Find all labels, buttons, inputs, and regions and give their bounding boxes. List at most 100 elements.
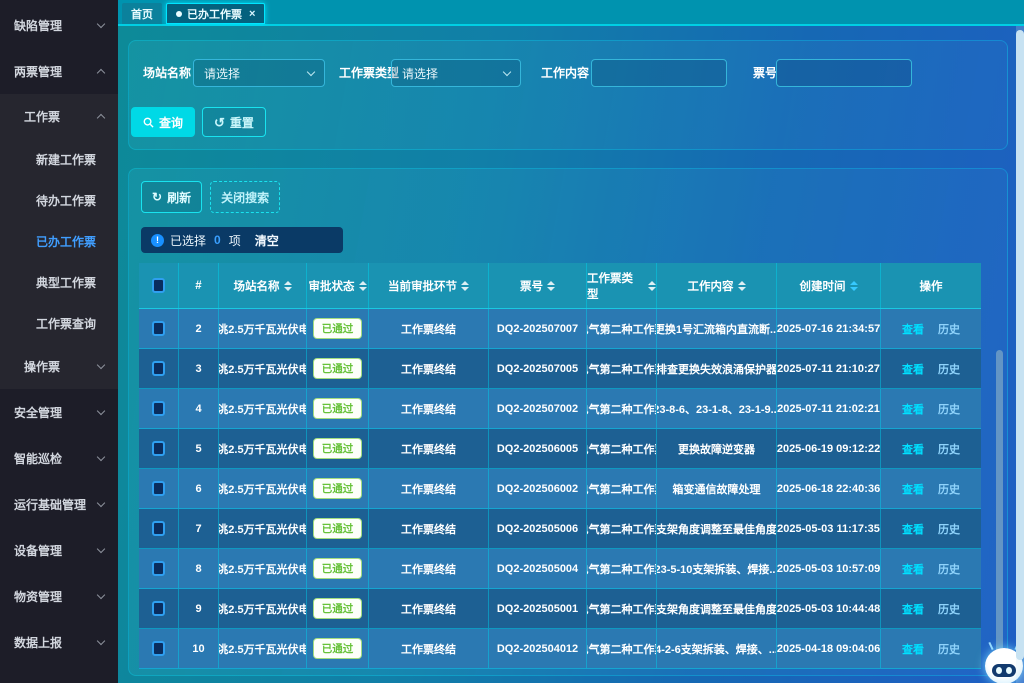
table-vertical-scrollbar-thumb[interactable] — [996, 350, 1003, 660]
view-link[interactable]: 查看 — [902, 321, 924, 337]
row-checkbox[interactable] — [152, 601, 165, 616]
history-link[interactable]: 历史 — [938, 321, 960, 337]
refresh-button-label: 刷新 — [167, 189, 191, 206]
row-checkbox-cell — [139, 509, 179, 548]
tab-label: 已办工作票 — [187, 6, 242, 22]
ticket-no-cell: DQ2-202505006 — [489, 509, 587, 548]
sidebar-item-已办工作票[interactable]: 已办工作票 — [0, 221, 118, 262]
view-link[interactable]: 查看 — [902, 601, 924, 617]
select-all-header-cell[interactable] — [139, 263, 179, 308]
column-header-工作内容[interactable]: 工作内容 — [657, 263, 777, 308]
approval-status-cell: 已通过 — [307, 429, 369, 468]
selection-bar: ! 已选择 0 项 清空 — [141, 227, 343, 253]
history-link[interactable]: 历史 — [938, 521, 960, 537]
tab-done-work-tickets[interactable]: 已办工作票 × — [166, 3, 265, 24]
ticket-type-select[interactable]: 请选择 — [391, 59, 521, 87]
view-link[interactable]: 查看 — [902, 521, 924, 537]
view-link[interactable]: 查看 — [902, 641, 924, 657]
actions-cell: 查看历史 — [881, 469, 981, 508]
app-window: 缺陷管理两票管理工作票新建工作票待办工作票已办工作票典型工作票工作票查询操作票安… — [0, 0, 1024, 683]
approval-status-cell: 已通过 — [307, 589, 369, 628]
sidebar-item-数据上报[interactable]: 数据上报 — [0, 619, 118, 665]
sidebar-item-缺陷管理[interactable]: 缺陷管理 — [0, 2, 118, 48]
column-header-审批状态[interactable]: 审批状态 — [307, 263, 369, 308]
sidebar-item-设备管理[interactable]: 设备管理 — [0, 527, 118, 573]
refresh-button[interactable]: ↻ 刷新 — [141, 181, 202, 213]
ticket-no-label: 票号 — [753, 59, 777, 87]
sort-icon — [648, 281, 656, 291]
history-link[interactable]: 历史 — [938, 481, 960, 497]
column-header-票号[interactable]: 票号 — [489, 263, 587, 308]
status-badge: 已通过 — [313, 398, 363, 419]
sidebar-item-物资管理[interactable]: 物资管理 — [0, 573, 118, 619]
sort-icon — [284, 281, 292, 291]
history-link[interactable]: 历史 — [938, 641, 960, 657]
station-name-cell: 临洮2.5万千瓦光伏电... — [219, 549, 307, 588]
row-checkbox[interactable] — [152, 641, 165, 656]
ticket-type-cell: 电气第二种工作票 — [587, 549, 657, 588]
work-content-input[interactable] — [602, 66, 716, 80]
sidebar-item-工作票[interactable]: 工作票 — [0, 94, 118, 139]
sidebar-item-操作票[interactable]: 操作票 — [0, 344, 118, 389]
row-checkbox[interactable] — [152, 441, 165, 456]
actions-cell: 查看历史 — [881, 509, 981, 548]
row-checkbox[interactable] — [152, 361, 165, 376]
ticket-no-input[interactable] — [787, 66, 901, 80]
close-tab-icon[interactable]: × — [249, 8, 255, 20]
query-button[interactable]: 查询 — [131, 107, 195, 137]
history-link[interactable]: 历史 — [938, 401, 960, 417]
selection-unit: 项 — [229, 232, 241, 249]
column-label: 工作票类型 — [587, 270, 644, 302]
row-checkbox[interactable] — [152, 401, 165, 416]
history-link[interactable]: 历史 — [938, 601, 960, 617]
select-all-checkbox[interactable] — [152, 278, 165, 293]
tab-home[interactable]: 首页 — [122, 3, 162, 24]
history-link[interactable]: 历史 — [938, 361, 960, 377]
row-checkbox-cell — [139, 589, 179, 628]
column-label: 创建时间 — [800, 278, 846, 294]
select-value: 请选择 — [204, 65, 240, 82]
reset-button-label: 重置 — [230, 114, 254, 131]
status-badge: 已通过 — [313, 318, 363, 339]
view-link[interactable]: 查看 — [902, 361, 924, 377]
page-scrollbar-thumb[interactable] — [1016, 30, 1024, 660]
view-link[interactable]: 查看 — [902, 401, 924, 417]
sidebar-item-安全管理[interactable]: 安全管理 — [0, 389, 118, 435]
sidebar-item-待办工作票[interactable]: 待办工作票 — [0, 180, 118, 221]
column-header-工作票类型[interactable]: 工作票类型 — [587, 263, 657, 308]
page-scrollbar[interactable] — [1016, 26, 1024, 683]
row-checkbox-cell — [139, 429, 179, 468]
view-link[interactable]: 查看 — [902, 561, 924, 577]
row-checkbox[interactable] — [152, 521, 165, 536]
column-header-当前审批环节[interactable]: 当前审批环节 — [369, 263, 489, 308]
row-checkbox[interactable] — [152, 321, 165, 336]
reset-button[interactable]: ↺ 重置 — [202, 107, 266, 137]
station-name-select[interactable]: 请选择 — [193, 59, 325, 87]
sidebar-item-两票管理[interactable]: 两票管理 — [0, 48, 118, 94]
column-header-创建时间[interactable]: 创建时间 — [777, 263, 881, 308]
table-row: 10临洮2.5万千瓦光伏电...已通过工作票终结DQ2-202504012电气第… — [139, 629, 981, 669]
row-checkbox[interactable] — [152, 481, 165, 496]
view-link[interactable]: 查看 — [902, 481, 924, 497]
table-header-row: #场站名称审批状态当前审批环节票号工作票类型工作内容创建时间操作 — [139, 263, 981, 309]
clear-selection-link[interactable]: 清空 — [255, 232, 279, 249]
work-content-cell: 更换故障逆变器 — [657, 429, 777, 468]
work-ticket-table: #场站名称审批状态当前审批环节票号工作票类型工作内容创建时间操作 2临洮2.5万… — [139, 263, 981, 669]
approval-step-cell: 工作票终结 — [369, 469, 489, 508]
close-search-button[interactable]: 关闭搜索 — [210, 181, 280, 213]
column-header-场站名称[interactable]: 场站名称 — [219, 263, 307, 308]
sidebar-item-典型工作票[interactable]: 典型工作票 — [0, 262, 118, 303]
status-badge: 已通过 — [313, 438, 363, 459]
sidebar-item-label: 缺陷管理 — [14, 17, 62, 34]
close-search-button-label: 关闭搜索 — [221, 189, 269, 206]
row-checkbox[interactable] — [152, 561, 165, 576]
history-link[interactable]: 历史 — [938, 561, 960, 577]
sidebar-item-工作票查询[interactable]: 工作票查询 — [0, 303, 118, 344]
sidebar-item-智能巡检[interactable]: 智能巡检 — [0, 435, 118, 481]
sidebar-item-新建工作票[interactable]: 新建工作票 — [0, 139, 118, 180]
column-label: # — [195, 280, 201, 292]
view-link[interactable]: 查看 — [902, 441, 924, 457]
sidebar-item-运行基础管理[interactable]: 运行基础管理 — [0, 481, 118, 527]
history-link[interactable]: 历史 — [938, 441, 960, 457]
work-content-cell: 支架角度调整至最佳角度 — [657, 589, 777, 628]
